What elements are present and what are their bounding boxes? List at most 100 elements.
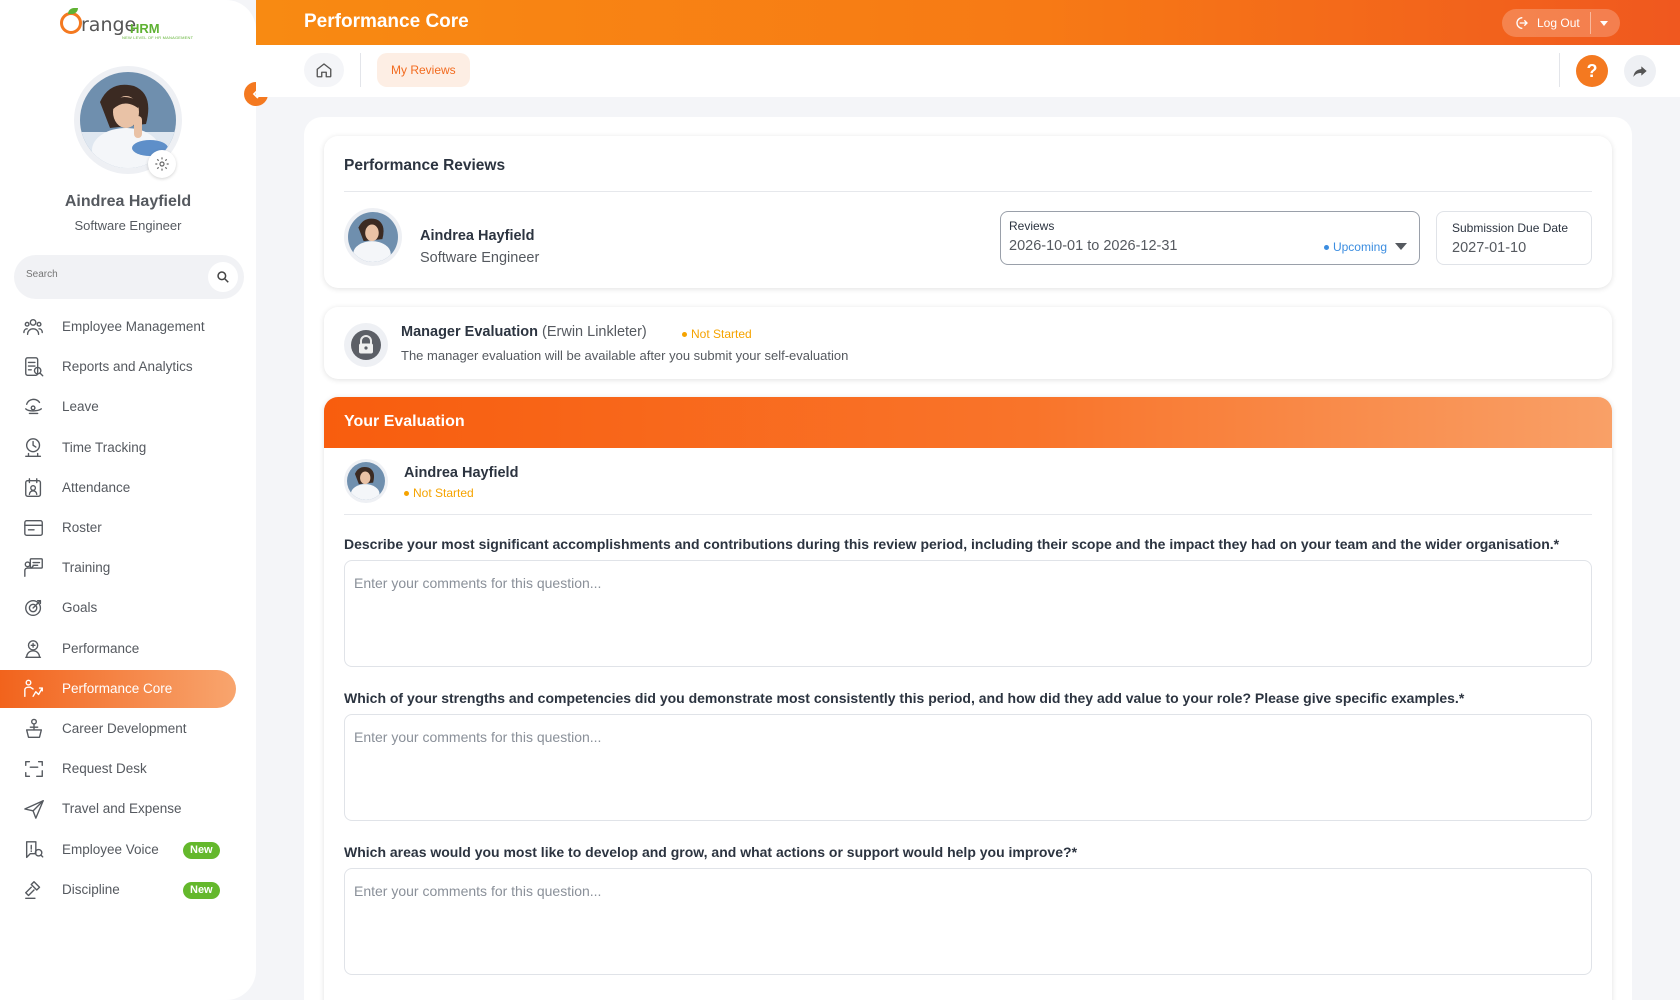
logout-label: Log Out: [1537, 16, 1580, 30]
reviews-select-value: 2026-10-01 to 2026-12-31: [1009, 238, 1178, 254]
sidebar-item-label: Employee Management: [62, 319, 205, 334]
question-3-text: Which areas would you most like to devel…: [344, 844, 1072, 860]
roster-icon: [23, 517, 45, 539]
question-2: Which of your strengths and competencies…: [344, 690, 1604, 706]
subbar-divider-right: [1559, 53, 1560, 87]
calendar-user-icon: [23, 477, 45, 499]
sidebar-user-role: Software Engineer: [74, 218, 182, 233]
sidebar-user-name: Aindrea Hayfield: [64, 193, 192, 210]
plane-icon: [23, 798, 45, 820]
sidebar-item-performance-core[interactable]: Performance Core: [0, 669, 236, 708]
manager-evaluation-title: Manager Evaluation (Erwin Linkleter): [401, 324, 647, 340]
sidebar-item-career-development[interactable]: Career Development: [0, 710, 236, 748]
evaluation-status-badge: Not Started: [404, 486, 474, 500]
logout-button[interactable]: Log Out: [1502, 9, 1620, 37]
manager-evaluation-status-badge: Not Started: [682, 327, 752, 341]
sidebar-item-label: Performance: [62, 640, 140, 656]
home-icon[interactable]: [304, 53, 344, 87]
question-1-text: Describe your most significant accomplis…: [344, 536, 1554, 552]
sidebar-item-discipline[interactable]: Discipline New: [0, 871, 236, 909]
performance-reviews-card: Performance Reviews Aindrea Hayfield Sof…: [324, 136, 1612, 288]
training-icon: [23, 557, 45, 579]
question-3: Which areas would you most like to devel…: [344, 844, 1604, 860]
help-question-icon[interactable]: ?: [1576, 55, 1608, 87]
lock-icon: [344, 323, 388, 367]
leave-icon: [23, 396, 45, 418]
sidebar-item-label: Goals: [62, 600, 98, 616]
sidebar-item-reports-and-analytics[interactable]: Reports and Analytics: [0, 348, 236, 386]
sidebar-search-input[interactable]: [26, 269, 196, 280]
sidebar-item-label: Performance Core: [62, 680, 173, 696]
answer-1-textarea[interactable]: [344, 560, 1592, 667]
employee-avatar: [344, 208, 402, 266]
sidebar-item-label: Attendance: [62, 479, 131, 495]
sidebar-item-attendance[interactable]: Attendance: [0, 469, 236, 507]
sidebar-item-label: Request Desk: [62, 761, 147, 777]
profile-settings-gear-icon[interactable]: [148, 150, 176, 178]
sidebar-item-label: Roster: [62, 520, 102, 535]
sidebar-item-roster[interactable]: Roster: [0, 509, 236, 547]
sidebar-item-label: Discipline: [62, 881, 120, 897]
sidebar-item-leave[interactable]: Leave: [0, 388, 236, 426]
reviews-period-select[interactable]: Reviews 2026-10-01 to 2026-12-31 Upcomin…: [1000, 211, 1420, 265]
answer-2-textarea[interactable]: [344, 714, 1592, 821]
report-icon: [23, 356, 45, 378]
sidebar-item-training[interactable]: Training: [0, 549, 236, 587]
sidebar-item-performance[interactable]: Performance: [0, 630, 236, 668]
your-evaluation-card: Your Evaluation Aindrea Hayfield Not Sta…: [324, 397, 1612, 1000]
logo-tagline: NEW LEVEL OF HR MANAGEMENT: [122, 35, 194, 40]
sidebar-item-time-tracking[interactable]: Time Tracking: [0, 429, 236, 467]
tab-my-reviews[interactable]: My Reviews: [377, 53, 470, 87]
due-date-value: 2027-01-10: [1452, 240, 1527, 256]
new-badge: New: [183, 841, 220, 859]
sidebar-item-label: Time Tracking: [62, 439, 147, 455]
employee-name: Aindrea Hayfield: [420, 228, 535, 244]
main-content: Performance Reviews Aindrea Hayfield Sof…: [304, 117, 1632, 1000]
career-icon: [23, 718, 45, 740]
sidebar-item-label: Career Development: [62, 721, 187, 736]
manager-evaluation-description: The manager evaluation will be available…: [401, 348, 849, 363]
manager-evaluation-card: Manager Evaluation (Erwin Linkleter) Not…: [324, 307, 1612, 379]
search-icon[interactable]: [208, 262, 238, 292]
performance-core-icon: [23, 678, 45, 700]
logo-orange-icon: [60, 12, 82, 34]
evaluator-avatar: [344, 459, 388, 503]
answer-3-textarea[interactable]: [344, 868, 1592, 975]
target-icon: [23, 597, 45, 619]
sidebar-item-label: Leave: [62, 399, 99, 415]
sidebar-search: [14, 255, 244, 299]
sidebar-item-label: Training: [62, 560, 111, 576]
subbar-divider: [360, 53, 361, 87]
review-status-badge: Upcoming: [1324, 240, 1387, 254]
logo-hrm: HRM: [130, 21, 160, 36]
sidebar-item-request-desk[interactable]: Request Desk: [0, 750, 236, 788]
voice-icon: [23, 839, 45, 861]
logout-divider: [1590, 12, 1591, 34]
sub-navigation-bar: My Reviews ?: [256, 45, 1680, 97]
question-2-text: Which of your strengths and competencies…: [344, 690, 1459, 706]
performance-reviews-title: Performance Reviews: [344, 157, 506, 174]
award-icon: [23, 638, 45, 660]
employee-role: Software Engineer: [420, 250, 540, 266]
clock-icon: [23, 437, 45, 459]
your-evaluation-title: Your Evaluation: [344, 413, 465, 430]
logo-word: range: [81, 14, 137, 36]
your-evaluation-header: Your Evaluation: [324, 397, 1612, 448]
manager-evaluation-label: Manager Evaluation: [401, 324, 538, 340]
due-date-label: Submission Due Date: [1452, 221, 1569, 235]
sidebar: range HRM NEW LEVEL OF HR MANAGEMENT Ain…: [0, 0, 256, 1000]
chevron-down-icon[interactable]: [1395, 243, 1407, 250]
sidebar-item-goals[interactable]: Goals: [0, 589, 236, 627]
sidebar-item-employee-management[interactable]: Employee Management: [0, 308, 236, 346]
sidebar-item-travel-and-expense[interactable]: Travel and Expense: [0, 790, 236, 828]
orangehrm-logo[interactable]: range HRM NEW LEVEL OF HR MANAGEMENT: [58, 8, 208, 44]
sidebar-item-employee-voice[interactable]: Employee Voice New: [0, 831, 236, 869]
sidebar-item-label: Employee Voice: [62, 841, 159, 857]
divider: [344, 514, 1592, 515]
request-icon: [23, 758, 45, 780]
share-arrow-icon[interactable]: [1624, 55, 1656, 87]
new-badge: New: [183, 881, 220, 899]
people-group-icon: [23, 316, 45, 338]
logout-dropdown-chevron-down-icon[interactable]: [1600, 21, 1608, 26]
manager-name: (Erwin Linkleter): [542, 324, 647, 340]
